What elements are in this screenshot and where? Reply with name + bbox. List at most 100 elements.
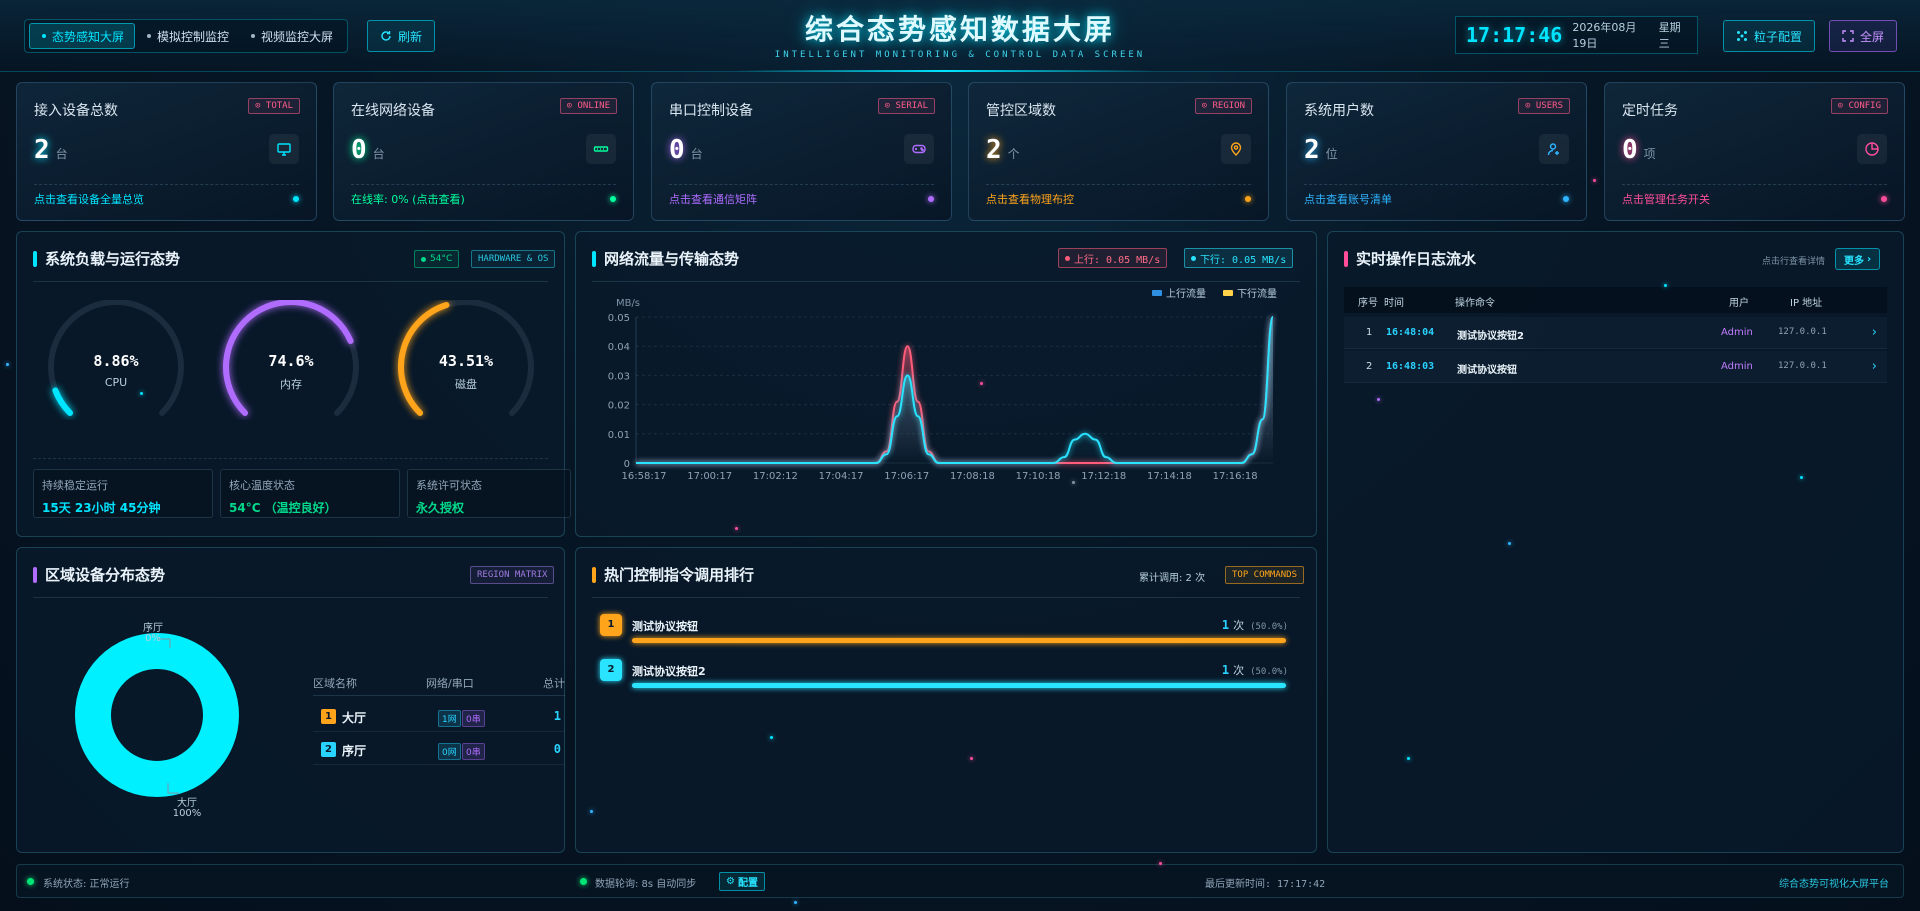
particle-config-button[interactable]: 粒子配置 — [1723, 20, 1816, 52]
stat-card-value: 0 — [669, 135, 685, 165]
fullscreen-button[interactable]: 全屏 — [1829, 20, 1898, 52]
stat-card-title: 定时任务 — [1622, 103, 1678, 119]
log-table-header: 序号 时间 操作命令 用户 IP 地址 — [1344, 287, 1887, 313]
status-icon: ⊙ — [1837, 101, 1849, 111]
series-area — [636, 317, 1273, 463]
x-tick-label: 17:12:18 — [1081, 471, 1126, 482]
stat-card-link[interactable]: 点击管理任务开关 — [1622, 191, 1710, 207]
command-name: 测试协议按钮2 — [632, 665, 706, 678]
region-row[interactable]: 1 大厅 1网 0串 1 — [313, 702, 565, 732]
user-icon — [1539, 134, 1569, 164]
x-tick-label: 17:10:18 — [1016, 471, 1061, 482]
region-row[interactable]: 2 序厅 0网 0串 0 — [313, 735, 565, 765]
stat-card-value: 2 — [986, 135, 1002, 165]
stat-card-title: 串口控制设备 — [669, 103, 753, 119]
panel-title: 系统负载与运行态势 — [33, 248, 180, 269]
command-rank-row[interactable]: 2 测试协议按钮2 1 次 (50.0%) — [600, 659, 1292, 689]
stat-card[interactable]: 管控区域数 ⊙ REGION 2 个点击查看物理布控 — [968, 82, 1269, 221]
x-tick-label: 17:00:17 — [687, 471, 732, 482]
system-status-text: 系统状态: 正常运行 — [43, 879, 130, 890]
x-tick-label: 17:08:18 — [950, 471, 995, 482]
status-dot — [1563, 196, 1569, 202]
stat-card-link[interactable]: 点击查看通信矩阵 — [669, 191, 757, 207]
log-time: 16:48:03 — [1386, 361, 1435, 372]
status-dot — [421, 256, 426, 262]
nav-tab-situation[interactable]: 态势感知大屏 — [29, 23, 136, 49]
stat-card[interactable]: 串口控制设备 ⊙ SERIAL 0 台点击查看通信矩阵 — [651, 82, 952, 221]
x-tick-label: 17:04:17 — [819, 471, 864, 482]
y-tick-label: 0.02 — [608, 401, 630, 412]
clock-weekday: 星期三 — [1658, 21, 1681, 50]
stat-card-value: 0 — [351, 135, 367, 165]
divider — [1622, 184, 1887, 185]
refresh-label: 刷新 — [398, 29, 423, 44]
particle-dot — [1072, 481, 1075, 484]
stat-card[interactable]: 系统用户数 ⊙ USERS 2 位点击查看账号清单 — [1286, 82, 1587, 221]
particle-dot — [970, 757, 973, 760]
stat-card-value-group: 0台 — [669, 135, 703, 165]
info-value: 54°C （温控良好） — [229, 501, 337, 515]
x-tick-label: 17:14:18 — [1147, 471, 1192, 482]
stat-card-title: 管控区域数 — [986, 103, 1056, 119]
region-name: 序厅 — [342, 744, 367, 758]
stat-card-link[interactable]: 点击查看物理布控 — [986, 191, 1074, 207]
gauge-value: 8.86% — [93, 352, 139, 370]
command-count-group: 1 次 (50.0%) — [1222, 617, 1288, 633]
top-commands-panel: 热门控制指令调用排行 累计调用: 2 次 TOP COMMANDS 1 测试协议按… — [575, 547, 1317, 853]
stat-card-tag: ⊙ REGION — [1194, 98, 1252, 114]
divider — [351, 184, 616, 185]
divider — [669, 184, 934, 185]
log-col-ip: IP 地址 — [1790, 298, 1823, 309]
stat-card-tag-label: REGION — [1212, 101, 1245, 111]
network-panel-title: 网络流量与传输态势 — [604, 250, 740, 268]
particle-dot — [1377, 398, 1380, 401]
status-dot — [1881, 196, 1887, 202]
stat-card[interactable]: 接入设备总数 ⊙ TOTAL 2 台点击查看设备全量总览 — [16, 82, 317, 221]
page-title-block: 综合态势感知数据大屏 INTELLIGENT MONITORING & CONT… — [700, 8, 1220, 60]
info-value: 15天 23小时 45分钟 — [42, 501, 161, 515]
gear-icon: ⚙ — [726, 876, 735, 887]
stat-card[interactable]: 在线网络设备 ⊙ ONLINE 0 台在线率: 0% (点击查看) — [333, 82, 634, 221]
title-accent — [33, 250, 37, 267]
system-load-panel: 系统负载与运行态势 54°C HARDWARE & OS 8.86% CPU 74.… — [16, 231, 571, 537]
log-row[interactable]: 2 16:48:03 测试协议按钮 Admin 127.0.0.1 › — [1344, 351, 1887, 383]
panel-title: 热门控制指令调用排行 — [592, 564, 754, 585]
nav-dot — [251, 34, 256, 38]
stat-card-link[interactable]: 在线率: 0% (点击查看) — [351, 191, 465, 207]
donut-slice[interactable] — [75, 633, 239, 797]
command-bar-fill — [632, 683, 1286, 688]
config-button[interactable]: ⚙ 配置 — [719, 872, 765, 891]
log-col-user: 用户 — [1729, 298, 1749, 309]
nav-tab-video[interactable]: 视频监控大屏 — [239, 23, 343, 49]
stat-card-tag: ⊙ ONLINE — [559, 98, 617, 114]
stat-card-value-group: 0台 — [351, 135, 385, 165]
stat-card-unit: 台 — [55, 147, 68, 161]
region-rank: 1 — [321, 709, 336, 724]
divider — [313, 695, 565, 696]
log-hint: 点击行查看详情 — [1762, 257, 1826, 267]
refresh-button[interactable]: 刷新 — [367, 20, 436, 52]
header-bar: 态势感知大屏 模拟控制监控 视频监控大屏 刷新 综合态势感知数据大屏 INTEL… — [0, 0, 1920, 72]
log-more-button[interactable]: 更多 › — [1835, 248, 1881, 270]
chevron-right-icon: › — [1867, 253, 1872, 265]
stat-card-value-group: 2台 — [34, 135, 68, 165]
stat-card-link[interactable]: 点击查看账号清单 — [1304, 191, 1392, 207]
stat-card-link[interactable]: 点击查看设备全量总览 — [34, 191, 144, 207]
command-rank-row[interactable]: 1 测试协议按钮 1 次 (50.0%) — [600, 614, 1292, 644]
divider — [33, 458, 548, 459]
y-tick-label: 0.04 — [608, 342, 630, 353]
log-ip: 127.0.0.1 — [1778, 327, 1827, 337]
stat-card-value-group: 0项 — [1622, 135, 1656, 165]
page-title: 综合态势感知数据大屏 — [804, 13, 1115, 46]
temperature-badge-label: 54°C — [430, 254, 453, 264]
command-rank: 2 — [600, 659, 622, 681]
stat-card[interactable]: 定时任务 ⊙ CONFIG 0 项点击管理任务开关 — [1604, 82, 1905, 221]
clock-time: 17:17:46 — [1466, 23, 1563, 47]
log-row[interactable]: 1 16:48:04 测试协议按钮2 Admin 127.0.0.1 › — [1344, 317, 1887, 349]
divider — [1304, 184, 1569, 185]
upload-rate-label: 上行: 0.05 MB/s — [1074, 254, 1161, 266]
config-label: 配置 — [737, 878, 758, 889]
stat-card-tag-label: CONFIG — [1848, 101, 1881, 111]
nav-tab-simulation[interactable]: 模拟控制监控 — [135, 23, 239, 49]
gauge-value: 43.51% — [438, 352, 494, 370]
